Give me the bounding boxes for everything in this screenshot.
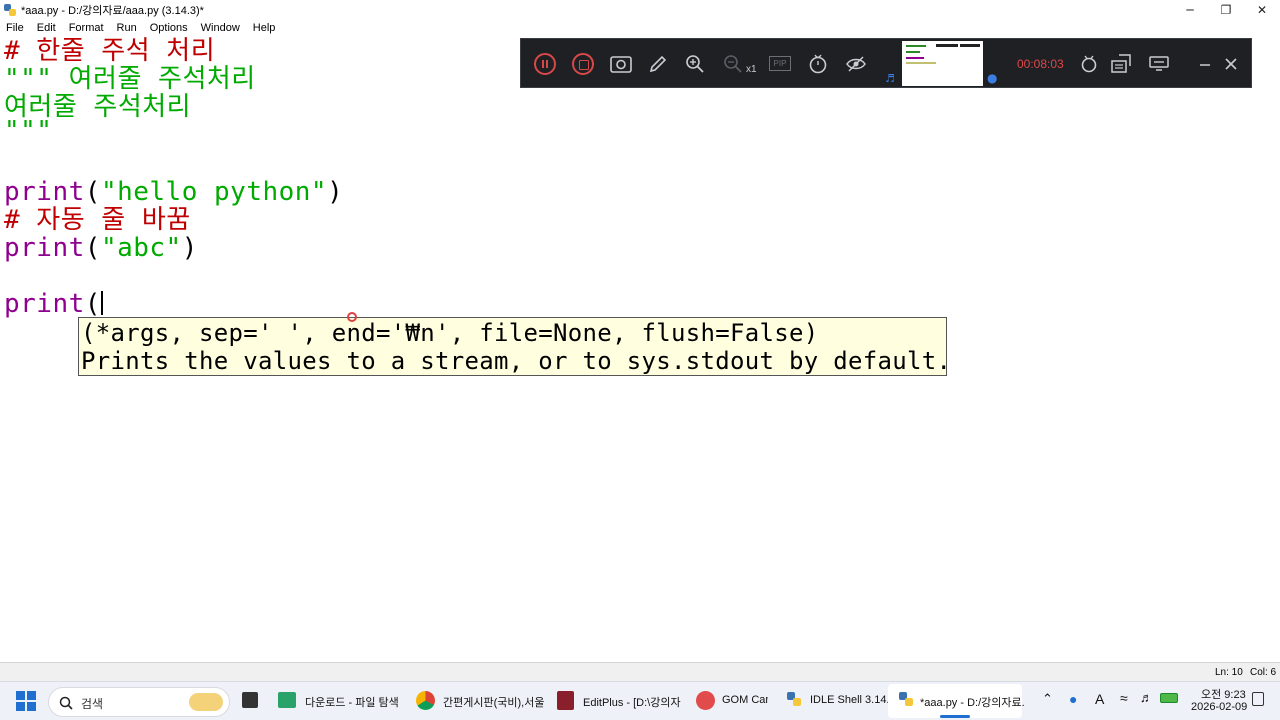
calltip: (*args, sep=' ', end='₩n', file=None, fl… xyxy=(78,317,952,376)
code-line-1: # 한줄 주석 처리 xyxy=(4,36,216,66)
chrome-icon xyxy=(416,691,435,710)
code-line-4: """ xyxy=(4,116,53,146)
search-highlight-icon xyxy=(189,693,223,711)
menu-edit[interactable]: Edit xyxy=(31,22,63,34)
recorder-toolbar: x1 PIP ♬ ● 00:08:03 xyxy=(520,38,1252,88)
search-placeholder: 검색 xyxy=(81,697,104,711)
paren-token: ) xyxy=(181,233,198,263)
thumbnail[interactable] xyxy=(902,41,983,86)
screen-icon[interactable] xyxy=(1147,52,1171,76)
mouse-pointer-marker xyxy=(347,312,357,322)
taskbar: 검색 다운로드 - 파일 탐색 간편게시판(국비),서울 EditPlus - … xyxy=(0,681,1280,720)
wifi-icon[interactable]: ≈ xyxy=(1120,690,1128,706)
taskbar-app-chrome[interactable]: 간편게시판(국비),서울 xyxy=(414,686,548,716)
paren-token: ( xyxy=(84,177,101,207)
line-number: Ln: 10 xyxy=(1215,667,1243,678)
calltip-doc: Prints the values to a stream, or to sys… xyxy=(81,347,952,375)
pencil-icon[interactable] xyxy=(646,52,670,76)
gomcam-icon xyxy=(696,691,715,710)
string-token: "hello python" xyxy=(100,177,328,207)
volume-icon[interactable]: ♬ xyxy=(1140,690,1153,705)
taskbar-app-idle-editor[interactable]: *aaa.py - D:/강의자료. xyxy=(888,684,1025,718)
title-bar: *aaa.py - D:/강의자료/aaa.py (3.14.3)* ─ ❐ ✕ xyxy=(0,0,1280,19)
zoom-out-icon[interactable] xyxy=(721,52,745,76)
paren-token: ( xyxy=(84,233,101,263)
menu-bar: File Edit Format Run Options Window Help xyxy=(0,19,1280,37)
text-cursor xyxy=(100,291,103,315)
taskbar-app-explorer[interactable]: 다운로드 - 파일 탐색 xyxy=(276,686,406,716)
search-box[interactable]: 검색 xyxy=(48,687,230,717)
taskbar-app-label: EditPlus - [D:\강의자료 xyxy=(583,697,681,709)
builtin-token: print xyxy=(4,233,85,263)
elapsed-time: 00:08:03 xyxy=(1017,57,1064,71)
windows-start-icon[interactable] xyxy=(16,691,36,711)
timer-icon[interactable] xyxy=(806,52,830,76)
ime-indicator[interactable]: A xyxy=(1095,691,1104,707)
clock-date[interactable]: 2026-02-09 xyxy=(1191,701,1247,713)
taskbar-app-gomcam[interactable]: GOM Cam xyxy=(694,686,774,716)
close-button[interactable]: ✕ xyxy=(1244,0,1280,19)
menu-run[interactable]: Run xyxy=(111,22,144,34)
taskbar-app-editplus[interactable]: EditPlus - [D:\강의자료 xyxy=(554,686,684,716)
python-icon xyxy=(4,3,16,16)
taskbar-app-label: IDLE Shell 3.14. xyxy=(810,694,890,706)
stop-icon[interactable] xyxy=(572,53,594,75)
taskbar-app-idle-shell[interactable]: IDLE Shell 3.14. xyxy=(784,686,890,716)
window-title: *aaa.py - D:/강의자료/aaa.py (3.14.3)* xyxy=(21,4,204,17)
code-line-8: print( xyxy=(4,290,103,318)
code-line-2: """ 여러줄 주석처리 xyxy=(4,64,256,94)
editplus-icon xyxy=(557,691,574,710)
menu-file[interactable]: File xyxy=(0,22,31,34)
restore-button[interactable]: ❐ xyxy=(1208,0,1244,19)
column-number: Col: 6 xyxy=(1250,667,1277,678)
paren-token: ( xyxy=(84,289,101,319)
file-explorer-icon xyxy=(278,692,296,708)
microphone-icon[interactable]: ● xyxy=(987,71,997,85)
taskbar-app-label: *aaa.py - D:/강의자료. xyxy=(920,697,1025,709)
menu-window[interactable]: Window xyxy=(195,22,247,34)
notification-icon[interactable] xyxy=(1252,692,1264,706)
active-indicator xyxy=(940,715,970,718)
pip-icon[interactable]: PIP xyxy=(769,56,791,71)
chevron-up-icon[interactable]: ⌃ xyxy=(1042,691,1053,707)
taskbar-app-label: GOM Cam xyxy=(722,694,768,706)
minimize-button[interactable]: ─ xyxy=(1172,0,1208,19)
code-line-6: # 자동 줄 바꿈 xyxy=(4,205,191,235)
clock-time[interactable]: 오전 9:23 xyxy=(1201,686,1246,702)
hide-icon[interactable] xyxy=(844,52,868,76)
search-icon xyxy=(59,696,73,710)
speaker-icon[interactable]: ♬ xyxy=(885,72,895,85)
pause-icon[interactable] xyxy=(534,53,556,75)
taskbar-app-label: 다운로드 - 파일 탐색 xyxy=(305,697,399,709)
menu-help[interactable]: Help xyxy=(247,22,283,34)
menu-options[interactable]: Options xyxy=(144,22,195,34)
string-token: "abc" xyxy=(100,233,182,263)
zoom-in-icon[interactable] xyxy=(683,52,707,76)
camera-icon[interactable] xyxy=(609,52,633,76)
microphone-icon[interactable]: ● xyxy=(1069,691,1077,707)
status-bar: Ln: 10 Col: 6 xyxy=(0,662,1280,681)
code-line-7: print("abc") xyxy=(4,234,198,262)
battery-icon[interactable] xyxy=(1160,693,1178,703)
paren-token: ) xyxy=(327,177,344,207)
menu-format[interactable]: Format xyxy=(63,22,111,34)
calltip-signature: (*args, sep=' ', end='₩n', file=None, fl… xyxy=(81,319,819,347)
builtin-token: print xyxy=(4,289,85,319)
code-line-5: print("hello python") xyxy=(4,178,343,206)
task-view-icon[interactable] xyxy=(242,692,258,708)
zoom-level: x1 xyxy=(746,64,757,75)
taskbar-app-label: 간편게시판(국비),서울 xyxy=(443,697,545,709)
builtin-token: print xyxy=(4,177,85,207)
capture-icon[interactable] xyxy=(1109,52,1133,76)
settings-icon[interactable] xyxy=(1077,52,1101,76)
minimize-icon[interactable] xyxy=(1193,52,1217,76)
close-icon[interactable] xyxy=(1219,52,1243,76)
